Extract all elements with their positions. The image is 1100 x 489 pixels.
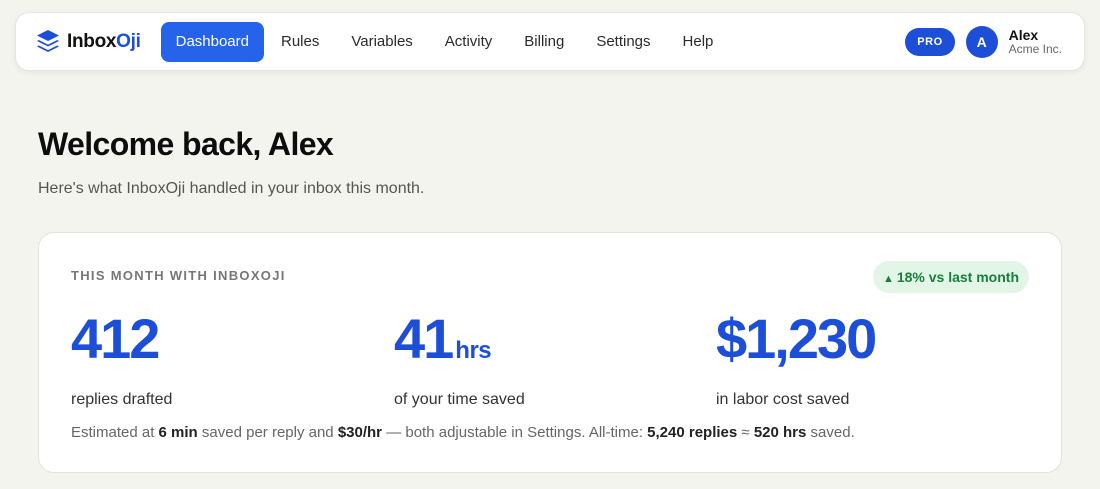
page-title: Welcome back, Alex xyxy=(38,126,334,162)
brand-logo[interactable]: InboxOji xyxy=(36,29,141,55)
stat-value: 41 hrs xyxy=(394,307,492,370)
nav-item-rules[interactable]: Rules xyxy=(266,22,334,62)
nav-item-billing[interactable]: Billing xyxy=(509,22,579,62)
nav-item-settings[interactable]: Settings xyxy=(581,22,665,62)
brand-name: InboxOji xyxy=(67,30,141,52)
stat-caption: of your time saved xyxy=(394,391,525,408)
nav-item-activity[interactable]: Activity xyxy=(430,22,508,62)
nav-links: Dashboard Rules Variables Activity Billi… xyxy=(160,21,731,62)
page-subtitle: Here's what InboxOji handled in your inb… xyxy=(38,180,425,197)
trend-text: 18% vs last month xyxy=(896,269,1019,285)
top-nav: InboxOji Dashboard Rules Variables Activ… xyxy=(15,12,1085,71)
avatar[interactable]: A xyxy=(965,25,998,58)
stat-time-saved: 41 hrs of your time saved xyxy=(394,303,525,409)
stat-replies: 412 replies drafted xyxy=(71,303,172,409)
stat-caption: replies drafted xyxy=(71,391,173,408)
card-label: THIS MONTH WITH INBOXOJI xyxy=(71,268,286,283)
nav-item-dashboard[interactable]: Dashboard xyxy=(160,21,264,62)
stat-value: 412 xyxy=(71,307,160,370)
user-name: Alex xyxy=(1008,26,1039,43)
nav-item-variables[interactable]: Variables xyxy=(336,22,427,62)
user-org: Acme Inc. xyxy=(1008,41,1062,56)
stack-layers-icon xyxy=(37,29,59,52)
nav-item-help[interactable]: Help xyxy=(668,22,729,62)
trend-up-icon: ▲ xyxy=(882,273,894,285)
account-area: PRO A Alex Acme Inc. xyxy=(905,25,1062,58)
monthly-summary-card: THIS MONTH WITH INBOXOJI ▲ 18% vs last mo… xyxy=(38,232,1062,473)
user-menu[interactable]: Alex Acme Inc. xyxy=(1009,28,1062,55)
plan-badge[interactable]: PRO xyxy=(905,27,955,56)
stat-value: $1,230 xyxy=(716,307,877,370)
stat-cost-saved: $1,230 in labor cost saved xyxy=(716,303,878,409)
trend-badge: ▲ 18% vs last month xyxy=(872,261,1029,293)
stat-caption: in labor cost saved xyxy=(716,391,850,408)
estimate-footnote: Estimated at 6 min saved per reply and $… xyxy=(71,424,855,441)
